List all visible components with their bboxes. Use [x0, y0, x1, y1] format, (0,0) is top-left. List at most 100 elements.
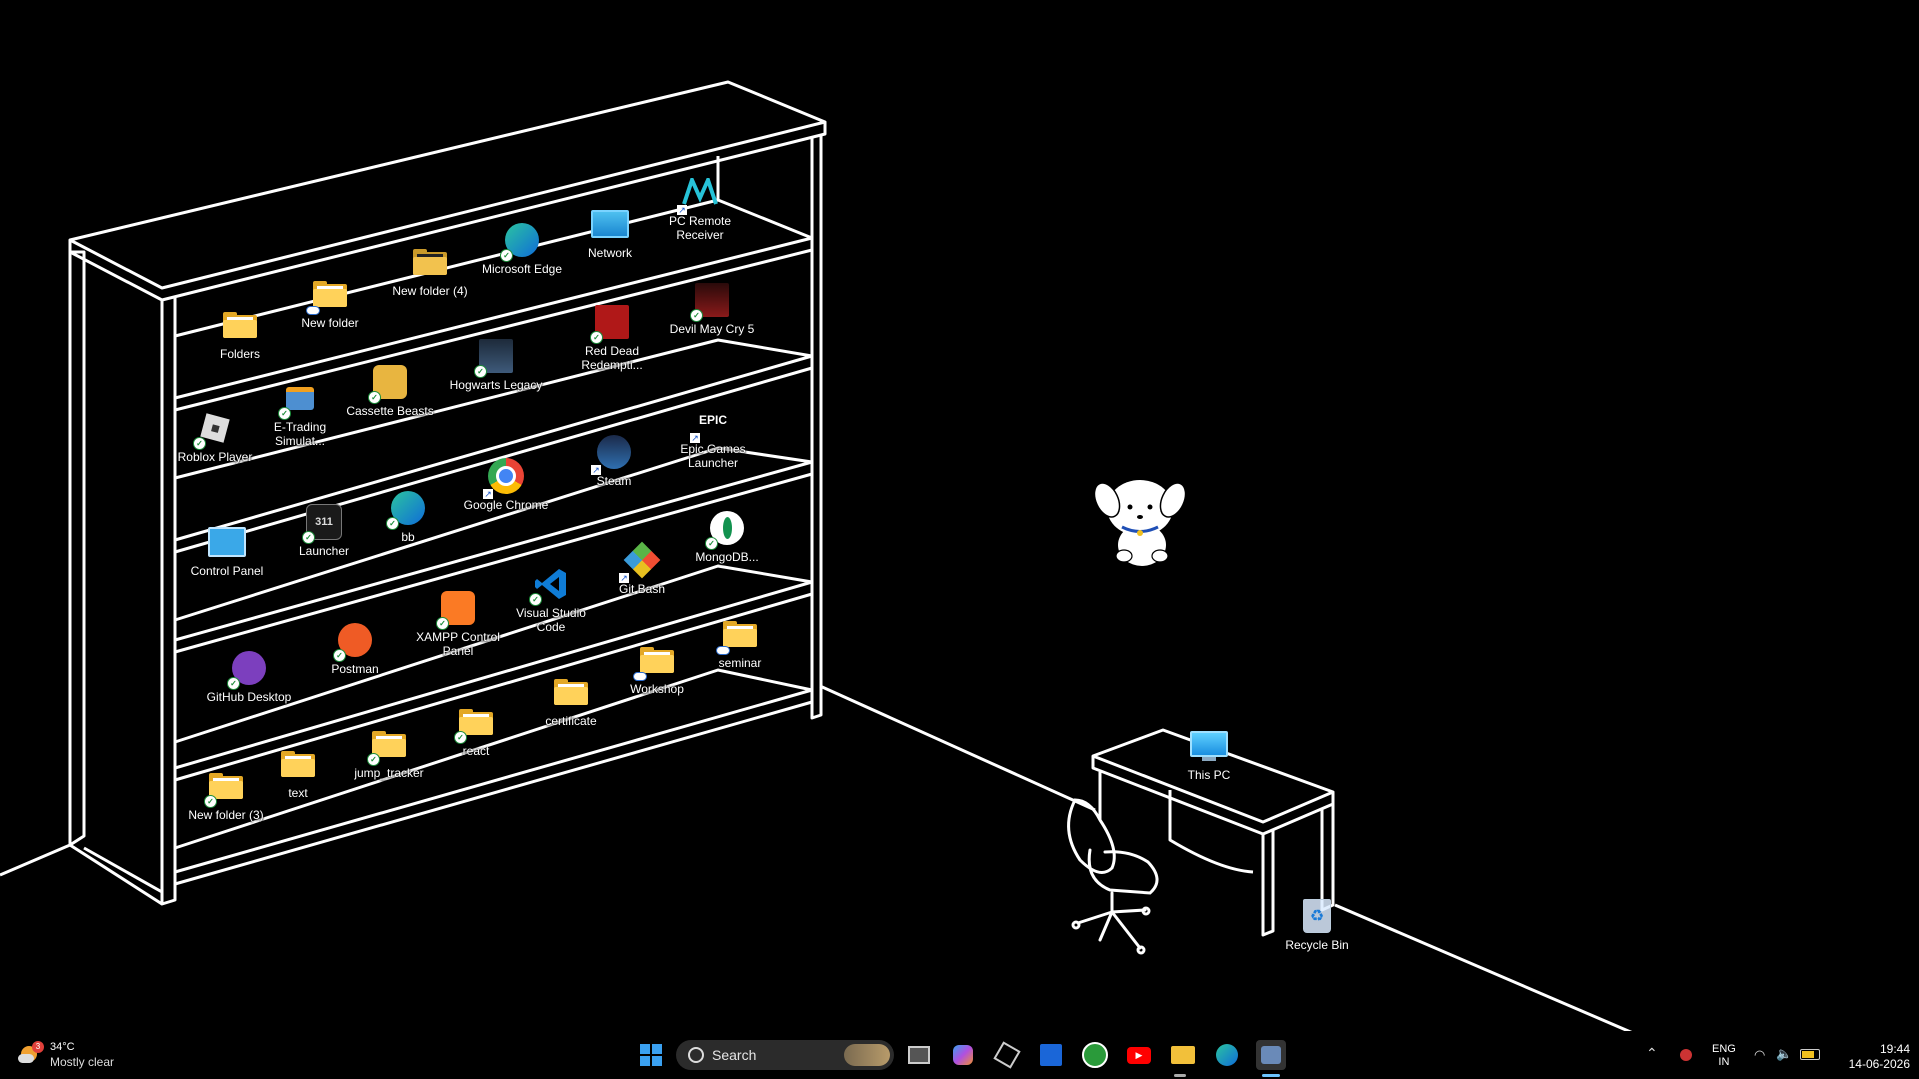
icon-label: GitHub Desktop	[206, 690, 292, 704]
clock-date: 14-06-2026	[1848, 1057, 1910, 1071]
desktop-icon-this-pc[interactable]: This PC	[1159, 726, 1259, 782]
desktop-icon-jump-tracker[interactable]: ✓ jump_tracker	[339, 724, 439, 780]
desktop-icon-vscode[interactable]: ✓ Visual Studio Code	[501, 564, 601, 634]
vscode-icon: ✓	[529, 564, 571, 606]
desktop-icon-devil-may-cry[interactable]: ✓ Devil May Cry 5	[662, 280, 762, 336]
icon-label: Postman	[331, 662, 379, 676]
control-panel-icon	[207, 522, 247, 562]
desktop-icon-recycle-bin[interactable]: ♻ Recycle Bin	[1267, 896, 1367, 952]
desktop-icon-red-dead[interactable]: ✓ Red Dead Redempti...	[562, 302, 662, 372]
steam-icon: ↗	[591, 432, 634, 475]
weather-alert-badge: 3	[32, 1041, 44, 1053]
icon-label: XAMPP Control Panel	[416, 630, 500, 658]
start-icon[interactable]	[636, 1040, 666, 1070]
edge-icon: ✓	[386, 488, 428, 530]
desktop-icon-certificate[interactable]: certificate	[521, 672, 621, 728]
recycle-bin-icon: ♻	[1297, 896, 1337, 936]
desktop-icon-xampp[interactable]: ✓ XAMPP Control Panel	[408, 588, 508, 658]
weather-widget[interactable]: 3 34°C Mostly clear	[16, 1040, 146, 1072]
desktop-icon-bb[interactable]: ✓ bb	[358, 488, 458, 544]
desktop-icon-e-trading[interactable]: ✓ E-Trading Simulat...	[250, 378, 350, 448]
youtube-icon[interactable]: ▶	[1124, 1040, 1154, 1070]
edge-icon[interactable]	[1212, 1040, 1242, 1070]
desktop-icon-cassette-beasts[interactable]: ✓ Cassette Beasts	[340, 362, 440, 418]
desktop-icon-github-desktop[interactable]: ✓ GitHub Desktop	[199, 648, 299, 704]
task-view-icon[interactable]	[904, 1040, 934, 1070]
show-hidden-icons-icon[interactable]: ⌃	[1646, 1045, 1658, 1062]
icon-label: Red Dead Redempti...	[581, 344, 643, 372]
language-indicator[interactable]: ENG IN	[1712, 1043, 1736, 1069]
git-bash-icon: ↗	[619, 540, 662, 583]
launcher-icon: 311 ✓	[302, 502, 344, 544]
wifi-icon[interactable]: ◠	[1754, 1047, 1765, 1063]
icon-label: This PC	[1187, 768, 1231, 782]
icon-label: seminar	[718, 656, 762, 670]
search-highlight-icon	[844, 1044, 890, 1066]
epic-games-icon: EPIC ↗	[690, 400, 733, 443]
icon-label: Workshop	[630, 682, 684, 696]
icon-label: react	[462, 744, 490, 758]
file-explorer-icon[interactable]	[1168, 1040, 1198, 1070]
desktop-icon-new-folder[interactable]: New folder	[280, 274, 380, 330]
moon-cloud-icon: 3	[18, 1041, 44, 1066]
language-line2: IN	[1718, 1056, 1730, 1068]
language-line1: ENG	[1712, 1043, 1736, 1055]
desktop-icon-pc-remote-receiver[interactable]: ↗ PC Remote Receiver	[650, 172, 750, 242]
desktop-icon-mongodb[interactable]: ✓ MongoDB...	[677, 508, 777, 564]
desktop-icon-seminar[interactable]: seminar	[690, 614, 790, 670]
battery-icon[interactable]	[1800, 1049, 1820, 1060]
tray-app-icon[interactable]	[1680, 1049, 1692, 1061]
folder-icon	[633, 640, 677, 681]
icon-label: jump_tracker	[354, 766, 424, 780]
icon-label: Recycle Bin	[1285, 938, 1349, 952]
postman-icon: ✓	[333, 620, 375, 662]
icon-label: New folder (3)	[188, 808, 264, 822]
icon-label: bb	[401, 530, 415, 544]
icon-label: Steam	[596, 474, 632, 488]
search-label: Search	[712, 1047, 757, 1063]
copilot-icon[interactable]	[948, 1040, 978, 1070]
desktop-icon-steam[interactable]: ↗ Steam	[564, 432, 664, 488]
chrome-icon: ↗	[483, 456, 526, 499]
cloud-sync-icon	[716, 646, 730, 655]
xbox-icon[interactable]	[1080, 1040, 1110, 1070]
icon-label: Google Chrome	[463, 498, 549, 512]
icon-label: Network	[587, 246, 632, 260]
chair-line-art	[1067, 798, 1159, 955]
weather-condition: Mostly clear	[50, 1055, 115, 1069]
desktop-icon-google-chrome[interactable]: ↗ Google Chrome	[456, 456, 556, 512]
desktop-icon-epic-games[interactable]: EPIC ↗ Epic Games Launcher	[663, 400, 763, 470]
folder-icon	[220, 305, 260, 345]
taskbar-search-box[interactable]: Search	[676, 1040, 894, 1070]
desktop-icon-folders[interactable]: Folders	[190, 305, 290, 361]
desktop-icon-network[interactable]: Network	[560, 204, 660, 260]
clock[interactable]: 19:44 14-06-2026	[1836, 1042, 1910, 1072]
icon-label: Visual Studio Code	[516, 606, 586, 634]
icon-label: New folder (4)	[392, 284, 468, 298]
desktop-icon-microsoft-edge[interactable]: ✓ Microsoft Edge	[472, 220, 572, 276]
hogwarts-legacy-icon: ✓	[474, 336, 516, 378]
desktop-icon-react[interactable]: ✓ react	[426, 702, 526, 758]
volume-icon[interactable]: 🔈	[1776, 1046, 1792, 1062]
active-app-icon[interactable]	[1256, 1040, 1286, 1070]
mcafee-icon[interactable]	[1036, 1040, 1066, 1070]
icon-label: E-Trading Simulat...	[273, 420, 327, 448]
unity-icon[interactable]	[992, 1040, 1022, 1070]
dog-sticker	[1093, 480, 1187, 566]
desktop-icon-text[interactable]: text	[248, 744, 348, 800]
search-icon	[688, 1047, 704, 1063]
cloud-sync-icon	[306, 306, 320, 315]
cassette-beasts-icon: ✓	[368, 362, 410, 404]
icon-label: Microsoft Edge	[481, 262, 563, 276]
desktop-icon-new-folder-4[interactable]: New folder (4)	[380, 242, 480, 298]
desktop-icon-postman[interactable]: ✓ Postman	[305, 620, 405, 676]
icon-label: Launcher	[298, 544, 350, 558]
folder-icon	[410, 242, 450, 282]
icon-label: certificate	[545, 714, 597, 728]
devil-may-cry-icon: ✓	[690, 280, 732, 322]
desktop-icon-hogwarts-legacy[interactable]: ✓ Hogwarts Legacy	[446, 336, 546, 392]
network-icon	[590, 204, 630, 244]
monitor-icon	[1189, 726, 1229, 766]
desktop-icon-control-panel[interactable]: Control Panel	[177, 522, 277, 578]
folder-icon: ✓	[454, 702, 496, 744]
